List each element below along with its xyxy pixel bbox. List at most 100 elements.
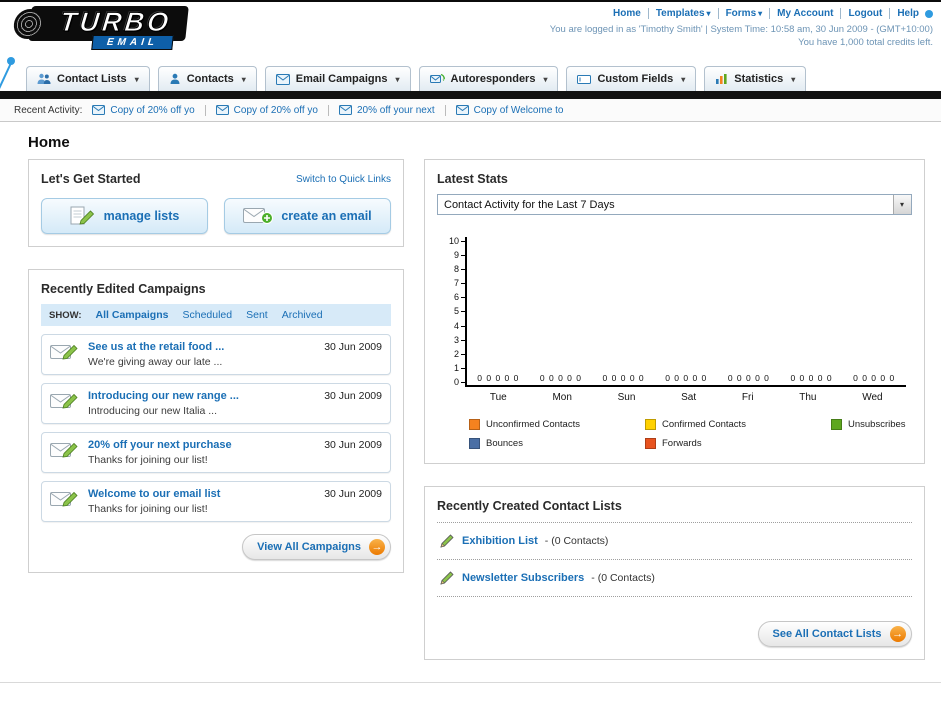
link-my-account[interactable]: My Account <box>769 8 833 19</box>
panel-title: Let's Get Started <box>41 172 141 186</box>
tab-custom-fields[interactable]: Custom Fields ▾ <box>566 66 697 91</box>
manage-lists-button[interactable]: manage lists <box>41 198 208 234</box>
filter-sent[interactable]: Sent <box>246 309 268 321</box>
campaign-date: 30 Jun 2009 <box>324 439 382 451</box>
link-help[interactable]: Help <box>889 8 919 19</box>
chart-value-group: 0 0 0 0 0 <box>727 373 770 383</box>
link-label: My Account <box>777 8 834 19</box>
recent-activity-item[interactable]: Copy of 20% off yo <box>204 104 318 116</box>
contact-list-count: - (0 Contacts) <box>544 535 609 547</box>
legend-label: Unconfirmed Contacts <box>486 419 580 430</box>
campaign-title-link[interactable]: Welcome to our email list <box>88 488 316 500</box>
button-label: View All Campaigns <box>257 541 361 553</box>
recent-activity-item[interactable]: Copy of 20% off yo <box>92 104 195 116</box>
chart-value-group: 0 0 0 0 0 <box>602 373 645 383</box>
link-label: Forms <box>725 8 757 19</box>
campaign-title-link[interactable]: 20% off your next purchase <box>88 439 316 451</box>
latest-stats-panel: Latest Stats Contact Activity for the La… <box>424 159 925 464</box>
statistics-icon <box>716 74 727 84</box>
email-icon <box>338 105 352 115</box>
nav-divider-bar <box>0 91 941 99</box>
chart-y-axis: 10 9 8 7 6 5 4 3 2 1 0 <box>439 237 465 387</box>
recent-item-label: Copy of 20% off yo <box>233 104 318 116</box>
chart-y-tick: 10 <box>449 237 465 246</box>
arrow-right-icon: → <box>889 626 906 642</box>
recent-activity-item[interactable]: 20% off your next <box>327 104 435 116</box>
get-started-panel: Let's Get Started Switch to Quick Links … <box>28 159 404 247</box>
chart-plot-area: 0 0 0 0 0 0 0 0 0 0 0 0 0 0 0 0 0 0 0 0 0 0 … <box>465 237 906 387</box>
tab-email-campaigns[interactable]: Email Campaigns ▾ <box>264 66 411 91</box>
envelope-pencil-icon <box>50 393 78 409</box>
chart-x-labels: Tue Mon Sun Sat Fri Thu Wed <box>467 392 906 403</box>
chevron-down-icon: ▾ <box>758 9 763 18</box>
button-label: See All Contact Lists <box>772 628 882 640</box>
chart-y-tick: 2 <box>454 349 465 359</box>
see-all-contact-lists-button[interactable]: See All Contact Lists → <box>757 621 912 647</box>
recent-activity-item[interactable]: Copy of Welcome to <box>444 104 564 116</box>
email-icon <box>215 105 229 115</box>
campaign-subtitle: Thanks for joining our list! <box>88 454 208 466</box>
left-column: Let's Get Started Switch to Quick Links … <box>28 159 404 595</box>
email-campaigns-icon <box>275 73 290 85</box>
chart-zero-row: 0 0 0 0 0 0 0 0 0 0 0 0 0 0 0 0 0 0 0 0 0 0 … <box>467 373 906 383</box>
header-utility: Home Templates ▾ Forms ▾ My Account Logout… <box>550 8 933 48</box>
campaign-title-link[interactable]: Introducing our new range ... <box>88 390 316 402</box>
logo-subtext: EMAIL <box>91 35 174 50</box>
filter-archived[interactable]: Archived <box>282 309 323 321</box>
tab-contacts[interactable]: Contacts ▾ <box>157 66 257 91</box>
switch-quick-links-link[interactable]: Switch to Quick Links <box>296 174 391 185</box>
panel-title: Recently Edited Campaigns <box>41 282 206 296</box>
link-home[interactable]: Home <box>613 8 641 19</box>
page-title: Home <box>28 134 70 151</box>
legend-swatch <box>645 438 656 449</box>
legend-label: Bounces <box>486 438 523 449</box>
tab-label: Email Campaigns <box>295 73 388 85</box>
legend-item: Confirmed Contacts <box>645 419 831 430</box>
app-window: TURBO EMAIL Home Templates ▾ Forms ▾ My Ac… <box>0 0 941 683</box>
tab-statistics[interactable]: Statistics ▾ <box>704 66 807 91</box>
legend-swatch <box>645 419 656 430</box>
chevron-down-icon: ▾ <box>543 74 548 84</box>
legend-item: Forwards <box>645 438 831 449</box>
link-forms[interactable]: Forms ▾ <box>717 8 763 19</box>
chart-x-label: Sat <box>681 392 697 403</box>
campaign-item: See us at the retail food ... We're givi… <box>41 334 391 375</box>
custom-fields-icon <box>577 74 592 84</box>
contact-activity-chart: 10 9 8 7 6 5 4 3 2 1 0 0 0 0 0 00 0 0 0 00 0 0 0 0… <box>439 237 906 449</box>
campaign-title-link[interactable]: See us at the retail food ... <box>88 341 316 353</box>
credits-info: You have 1,000 total credits left. <box>798 37 933 48</box>
link-templates[interactable]: Templates ▾ <box>647 8 711 19</box>
session-info: You are logged in as 'Timothy Smith' | S… <box>549 24 933 35</box>
contact-list-item: Exhibition List - (0 Contacts) <box>437 523 912 560</box>
filter-all-campaigns[interactable]: All Campaigns <box>96 309 169 321</box>
link-label: Templates <box>655 8 705 19</box>
filter-scheduled[interactable]: Scheduled <box>182 309 232 321</box>
tab-autoresponders[interactable]: Autoresponders ▾ <box>418 66 559 91</box>
panel-title: Latest Stats <box>437 172 508 186</box>
tab-label: Contact Lists <box>57 73 127 85</box>
create-email-button[interactable]: create an email <box>224 198 391 234</box>
header: TURBO EMAIL Home Templates ▾ Forms ▾ My Ac… <box>0 2 941 109</box>
contact-list-count: - (0 Contacts) <box>591 572 655 584</box>
chart-value-group: 0 0 0 0 0 <box>477 373 520 383</box>
recent-item-label: Copy of 20% off yo <box>110 104 195 116</box>
button-label: create an email <box>281 209 372 223</box>
campaign-date: 30 Jun 2009 <box>324 390 382 402</box>
chevron-down-icon: ▾ <box>134 74 139 84</box>
chart-value-group: 0 0 0 0 0 <box>539 373 582 383</box>
pencil-icon <box>440 534 454 548</box>
contact-list-link[interactable]: Exhibition List <box>462 535 538 547</box>
stats-period-select[interactable]: Contact Activity for the Last 7 Days ▾ <box>437 194 912 215</box>
turbo-email-logo: TURBO EMAIL <box>12 6 189 50</box>
pencil-icon <box>440 571 454 585</box>
chart-y-tick: 8 <box>454 265 465 274</box>
link-logout[interactable]: Logout <box>840 8 882 19</box>
contact-lists-icon <box>37 73 51 84</box>
tab-contact-lists[interactable]: Contact Lists ▾ <box>26 66 150 91</box>
recent-activity-label: Recent Activity: <box>14 104 83 116</box>
pencil-paper-icon <box>70 206 94 225</box>
tab-label: Statistics <box>734 73 784 85</box>
legend-label: Confirmed Contacts <box>662 419 746 430</box>
contact-list-link[interactable]: Newsletter Subscribers <box>462 572 584 584</box>
view-all-campaigns-button[interactable]: View All Campaigns → <box>242 534 391 560</box>
